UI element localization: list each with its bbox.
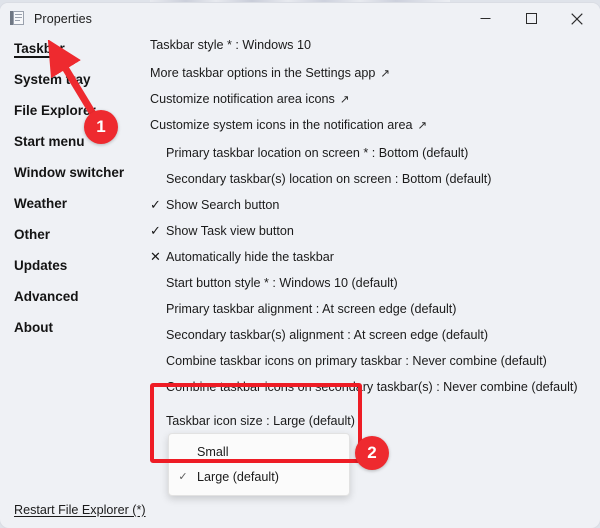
setting-row-primary-taskbar-alignment[interactable]: Primary taskbar alignment : At screen ed…: [148, 300, 457, 318]
setting-label: Customize notification area icons: [150, 92, 335, 106]
sidebar-item-window-switcher[interactable]: Window switcher: [14, 165, 124, 180]
setting-label: Primary taskbar location on screen * : B…: [166, 146, 469, 160]
setting-label: Primary taskbar alignment : At screen ed…: [166, 302, 457, 316]
window-controls: [462, 3, 600, 34]
title-bar[interactable]: Properties: [0, 3, 600, 34]
setting-row-taskbar-style[interactable]: Taskbar style * : Windows 10: [148, 36, 311, 54]
setting-label: Taskbar icon size : Large (default): [166, 414, 355, 428]
external-link-arrow-icon: ↗: [380, 68, 391, 80]
external-link-arrow-icon: ↗: [339, 94, 350, 106]
minimize-icon: [480, 18, 490, 19]
sidebar-item-start-menu[interactable]: Start menu: [14, 134, 85, 149]
setting-row-customize-system-icons[interactable]: Customize system icons in the notificati…: [148, 116, 427, 134]
properties-window: Properties Taskbar System tray File Expl…: [0, 3, 600, 528]
setting-label: Customize system icons in the notificati…: [150, 118, 413, 132]
sidebar: Taskbar System tray File Explorer Start …: [0, 34, 148, 496]
sidebar-item-weather[interactable]: Weather: [14, 196, 67, 211]
setting-row-secondary-taskbar-location[interactable]: Secondary taskbar(s) location on screen …: [148, 170, 492, 188]
window-title: Properties: [34, 11, 92, 26]
sidebar-item-file-explorer[interactable]: File Explorer: [14, 103, 96, 118]
sidebar-item-system-tray[interactable]: System tray: [14, 72, 91, 87]
setting-label: Show Task view button: [166, 224, 294, 238]
close-button[interactable]: [554, 3, 600, 34]
restart-file-explorer-link[interactable]: Restart File Explorer (*): [14, 503, 146, 517]
setting-row-auto-hide-taskbar[interactable]: ✕ Automatically hide the taskbar: [148, 248, 334, 266]
setting-label: Secondary taskbar(s) alignment : At scre…: [166, 328, 489, 342]
setting-row-start-button-style[interactable]: Start button style * : Windows 10 (defau…: [148, 274, 398, 292]
sidebar-item-taskbar[interactable]: Taskbar: [14, 41, 65, 56]
annotation-badge-2: 2: [355, 436, 389, 470]
dropdown-check-icon: ✓: [178, 471, 188, 483]
setting-label: Show Search button: [166, 198, 280, 212]
maximize-icon: [525, 13, 537, 24]
sidebar-item-advanced[interactable]: Advanced: [14, 289, 79, 304]
screenshot-root: Properties Taskbar System tray File Expl…: [0, 0, 600, 528]
dropdown-option-label: Small: [197, 444, 229, 459]
annotation-badge-1: 1: [84, 110, 118, 144]
setting-label: Secondary taskbar(s) location on screen …: [166, 172, 492, 186]
external-link-arrow-icon: ↗: [417, 120, 428, 132]
close-icon: [571, 12, 583, 25]
setting-row-customize-notification-area-icons[interactable]: Customize notification area icons ↗: [148, 90, 349, 108]
setting-label: Start button style * : Windows 10 (defau…: [166, 276, 398, 290]
settings-list: Taskbar style * : Windows 10 More taskba…: [148, 34, 600, 496]
setting-row-taskbar-icon-size[interactable]: Taskbar icon size : Large (default): [148, 412, 355, 430]
setting-row-show-task-view-button[interactable]: ✓ Show Task view button: [148, 222, 294, 240]
properties-document-icon: [10, 11, 25, 26]
setting-label: More taskbar options in the Settings app: [150, 66, 376, 80]
minimize-button[interactable]: [462, 3, 508, 34]
checkmark-icon: ✓: [150, 197, 161, 212]
setting-row-more-taskbar-options[interactable]: More taskbar options in the Settings app…: [148, 64, 390, 82]
sidebar-item-about[interactable]: About: [14, 320, 53, 335]
setting-label: Automatically hide the taskbar: [166, 250, 335, 264]
setting-row-show-search-button[interactable]: ✓ Show Search button: [148, 196, 279, 214]
setting-row-primary-taskbar-location[interactable]: Primary taskbar location on screen * : B…: [148, 144, 468, 162]
setting-row-combine-icons-secondary[interactable]: Combine taskbar icons on secondary taskb…: [148, 378, 578, 396]
setting-label: Combine taskbar icons on secondary taskb…: [166, 380, 578, 394]
dropdown-option-label: Large (default): [197, 469, 279, 484]
dropdown-option-large-default[interactable]: ✓ Large (default): [169, 464, 349, 489]
setting-label: Taskbar style * : Windows 10: [150, 38, 311, 52]
taskbar-icon-size-dropdown[interactable]: Small ✓ Large (default): [168, 433, 350, 496]
cross-mark-icon: ✕: [150, 249, 161, 264]
setting-row-secondary-taskbar-alignment[interactable]: Secondary taskbar(s) alignment : At scre…: [148, 326, 488, 344]
setting-label: Combine taskbar icons on primary taskbar…: [166, 354, 547, 368]
sidebar-item-updates[interactable]: Updates: [14, 258, 67, 273]
dropdown-option-small[interactable]: Small: [169, 439, 349, 464]
title-bar-left: Properties: [10, 3, 92, 34]
checkmark-icon: ✓: [150, 223, 161, 238]
setting-row-combine-icons-primary[interactable]: Combine taskbar icons on primary taskbar…: [148, 352, 547, 370]
maximize-button[interactable]: [508, 3, 554, 34]
sidebar-item-other[interactable]: Other: [14, 227, 50, 242]
